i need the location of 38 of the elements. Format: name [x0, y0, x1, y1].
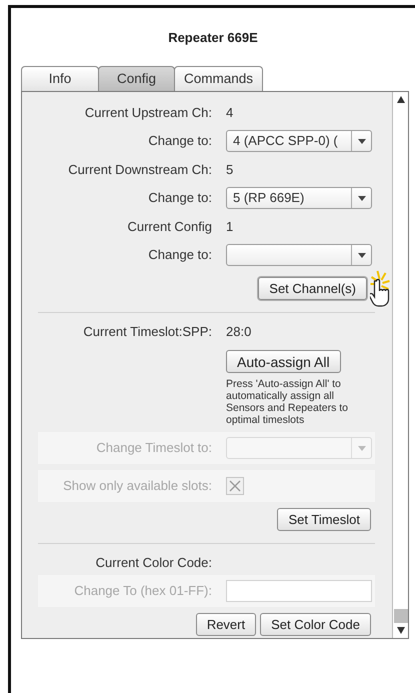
dropdown[interactable]: 5 (RP 669E)	[226, 187, 372, 209]
action-button[interactable]: Set Channel(s)	[258, 277, 367, 300]
field-value: 4	[226, 104, 234, 122]
field-label: Change to:	[148, 190, 212, 206]
scrollbar[interactable]	[392, 92, 408, 638]
dropdown[interactable]: 4 (APCC SPP-0) (	[226, 130, 372, 152]
field-value: 5	[226, 160, 234, 179]
dropdown[interactable]	[226, 244, 372, 266]
field-value: 28:0	[226, 322, 252, 341]
action-button[interactable]: Revert	[196, 613, 256, 636]
tab[interactable]: Commands	[174, 66, 263, 91]
field-label: Current Color Code:	[96, 554, 212, 570]
pointer-hand-icon	[370, 270, 392, 307]
window-title: Repeater 669E	[168, 28, 258, 47]
caret-icon	[358, 196, 366, 200]
up-arrow-icon[interactable]	[396, 96, 404, 103]
field-label: Current Config	[127, 218, 212, 234]
tab[interactable]: Info	[21, 66, 99, 91]
tab[interactable]: Config	[98, 66, 175, 91]
field-label: Change to:	[148, 247, 212, 262]
field-label: Show only available slots:	[63, 478, 212, 494]
scrollbar-thumb[interactable]	[394, 609, 408, 623]
field-label: Change to:	[148, 133, 212, 148]
help-text: Press 'Auto-assign All' to automatically assign all Sensors and Repeaters to optimal timeslots	[226, 378, 349, 426]
action-button[interactable]: Set Timeslot	[277, 508, 371, 531]
caret-icon	[358, 138, 366, 144]
field-value: 1	[226, 218, 234, 236]
caret-icon	[358, 446, 366, 450]
auto-assign-button[interactable]: Auto-assign All	[226, 350, 341, 373]
field-label: Current Timeslot:SPP:	[83, 324, 212, 339]
caret-icon	[358, 252, 366, 258]
down-arrow-icon[interactable]	[396, 627, 404, 634]
field-label: Change Timeslot to:	[96, 440, 212, 456]
field-label: Change To (hex 01-FF):	[74, 583, 212, 598]
input-field[interactable]	[226, 580, 372, 602]
field-label: Current Upstream Ch:	[84, 104, 212, 120]
action-button[interactable]: Set Color Code	[260, 613, 371, 636]
field-label: Current Downstream Ch:	[68, 162, 212, 177]
